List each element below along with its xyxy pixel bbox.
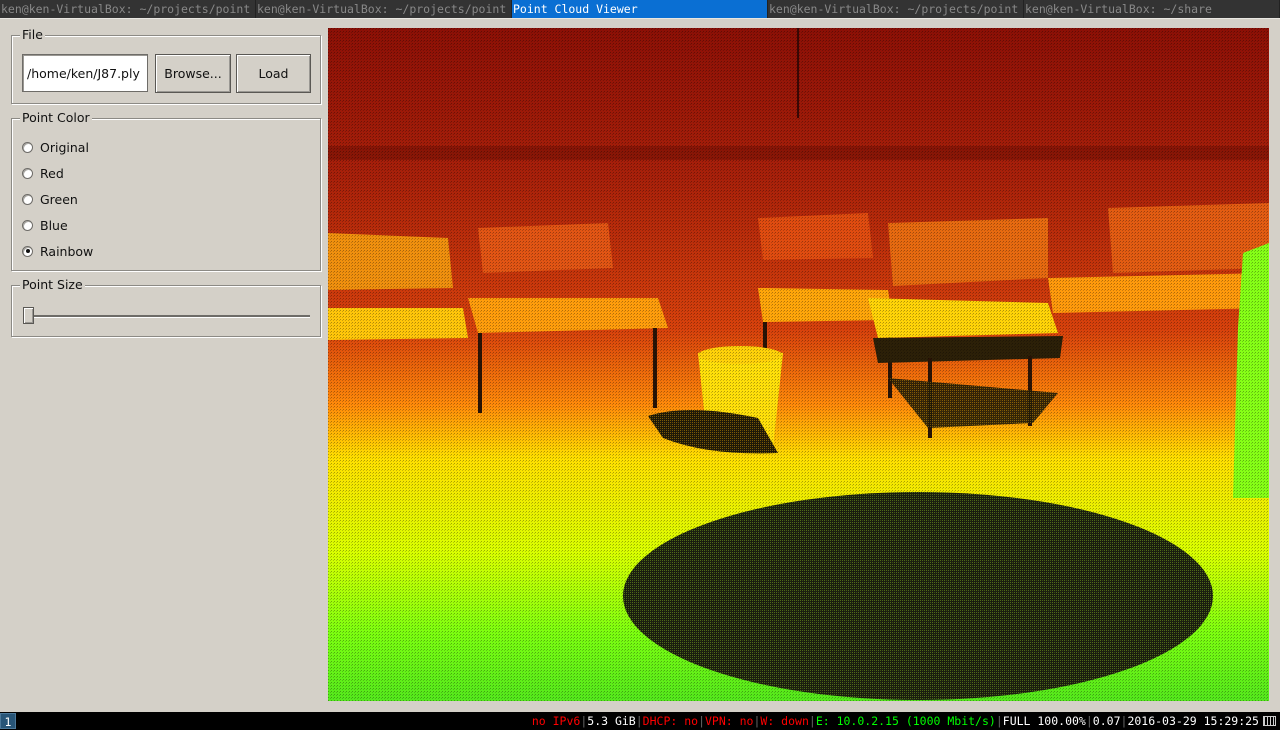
workspace-button[interactable]: 1 xyxy=(0,713,16,729)
status-ipv6: no IPv6 xyxy=(531,714,581,728)
radio-green-label: Green xyxy=(40,191,78,207)
keyboard-tray-icon[interactable] xyxy=(1263,716,1276,726)
radio-red-label: Red xyxy=(40,165,64,181)
radio-rainbow[interactable]: Rainbow xyxy=(22,242,93,260)
radio-rainbow-label: Rainbow xyxy=(40,243,94,259)
radio-rainbow-indicator[interactable] xyxy=(22,245,33,257)
status-load: 0.07 xyxy=(1092,714,1121,728)
load-button[interactable]: Load xyxy=(236,54,311,93)
radio-blue-label: Blue xyxy=(40,217,68,233)
radio-original[interactable]: Original xyxy=(22,138,89,156)
status-ethernet: E: 10.0.2.15 (1000 Mbit/s) xyxy=(815,714,996,728)
radio-green[interactable]: Green xyxy=(22,190,78,208)
status-separator: | xyxy=(698,714,705,728)
status-items: no IPv6 | 5.3 GiB | DHCP: no | VPN: no |… xyxy=(532,712,1276,730)
status-separator: | xyxy=(753,714,761,728)
radio-green-indicator[interactable] xyxy=(22,193,33,205)
point-cloud-viewport[interactable] xyxy=(328,28,1269,701)
window-tab-point-cloud-viewer[interactable]: Point Cloud Viewer xyxy=(512,0,768,18)
browse-button[interactable]: Browse... xyxy=(155,54,231,93)
point-color-groupbox: Point Color Original Red Green Blue Rain… xyxy=(11,110,321,271)
status-separator: | xyxy=(1085,714,1093,728)
file-group-title: File xyxy=(20,27,45,43)
status-wireless: W: down xyxy=(760,714,809,728)
status-battery: FULL 100.00% xyxy=(1002,714,1086,728)
file-groupbox: File Browse... Load xyxy=(11,27,321,104)
status-bar: 1 no IPv6 | 5.3 GiB | DHCP: no | VPN: no… xyxy=(0,712,1280,730)
window-tab-terminal-1[interactable]: ken@ken-VirtualBox: ~/projects/point xyxy=(0,0,256,18)
status-separator: | xyxy=(635,714,643,728)
status-dhcp: DHCP: no xyxy=(642,714,699,728)
point-cloud-render xyxy=(328,28,1269,701)
point-size-groupbox: Point Size xyxy=(11,277,321,337)
radio-original-indicator[interactable] xyxy=(22,141,33,153)
point-size-slider-handle[interactable] xyxy=(23,307,34,324)
radio-blue[interactable]: Blue xyxy=(22,216,68,234)
window-tab-terminal-2[interactable]: ken@ken-VirtualBox: ~/projects/point xyxy=(256,0,512,18)
status-vpn: VPN: no xyxy=(705,714,754,728)
window-tab-bar: ken@ken-VirtualBox: ~/projects/point ken… xyxy=(0,0,1280,18)
point-size-group-title: Point Size xyxy=(20,277,85,293)
radio-original-label: Original xyxy=(40,139,89,155)
point-color-group-title: Point Color xyxy=(20,110,92,126)
window-tab-terminal-3[interactable]: ken@ken-VirtualBox: ~/projects/point xyxy=(768,0,1024,18)
status-separator: | xyxy=(808,714,816,728)
status-separator: | xyxy=(580,714,588,728)
radio-red-indicator[interactable] xyxy=(22,167,33,179)
window-tab-terminal-share[interactable]: ken@ken-VirtualBox: ~/share xyxy=(1024,0,1280,18)
status-disk: 5.3 GiB xyxy=(587,714,636,728)
status-separator: | xyxy=(1120,714,1128,728)
radio-blue-indicator[interactable] xyxy=(22,219,33,231)
file-path-input[interactable] xyxy=(22,54,148,92)
status-datetime: 2016-03-29 15:29:25 xyxy=(1127,714,1259,728)
point-size-slider-track[interactable] xyxy=(24,315,310,318)
point-cloud-viewer-window: File Browse... Load Point Color Original… xyxy=(0,18,1280,712)
radio-red[interactable]: Red xyxy=(22,164,64,182)
status-separator: | xyxy=(995,714,1003,728)
